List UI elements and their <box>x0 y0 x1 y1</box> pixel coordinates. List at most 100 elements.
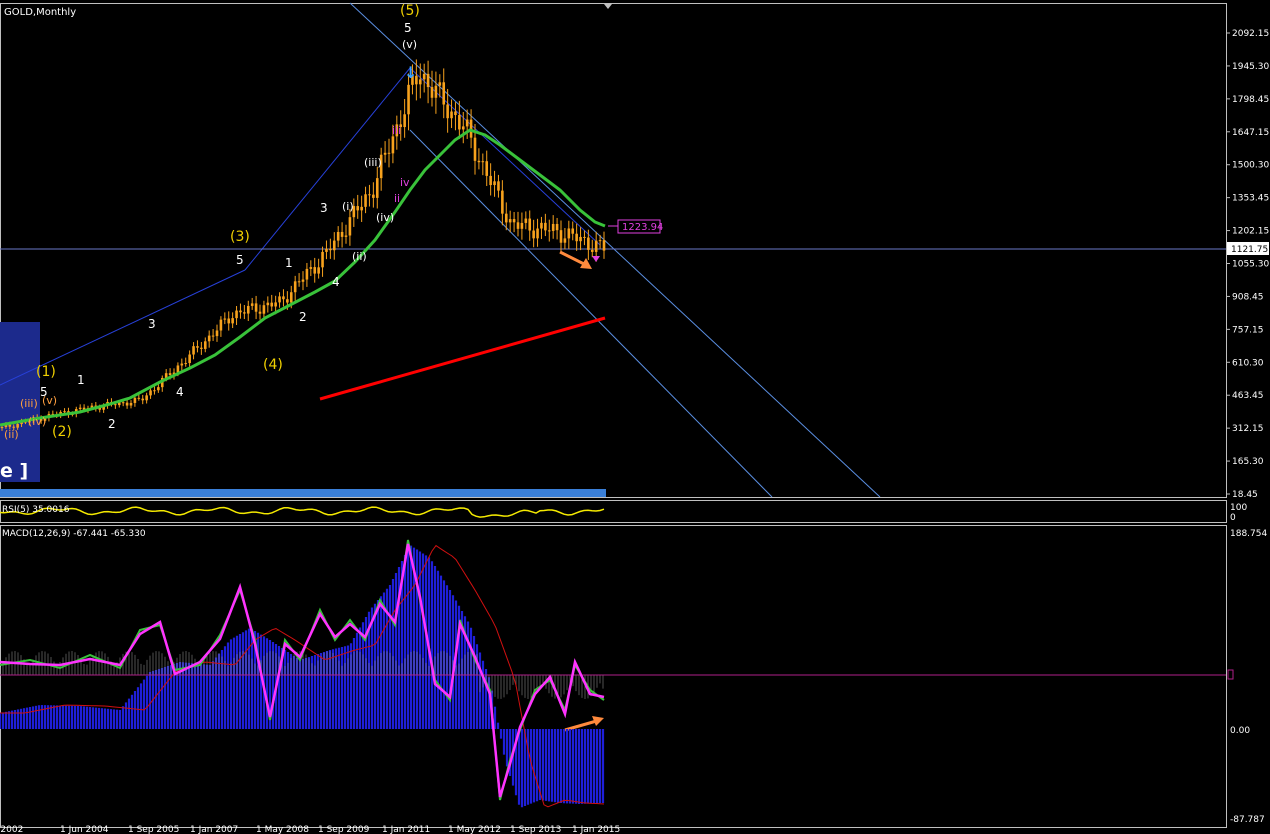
candle-body <box>274 302 277 307</box>
candle-body <box>602 240 606 251</box>
price-tick-label: 1798.45 <box>1232 95 1269 105</box>
candle-body <box>567 228 571 239</box>
candle-body <box>407 84 410 115</box>
candle-body <box>325 248 328 252</box>
wave-label-magenta: iii <box>392 124 401 137</box>
candle-body <box>184 363 188 365</box>
wave-label-magenta: iv <box>400 176 410 189</box>
candle-body <box>368 194 371 196</box>
candles <box>0 59 606 431</box>
candle-body <box>528 218 532 231</box>
candle-body <box>434 85 438 98</box>
wave-label-white: 3 <box>148 317 156 331</box>
candle-body <box>563 238 567 243</box>
candle-body <box>590 249 594 252</box>
macd-tick-bottom: -87.787 <box>1230 815 1265 825</box>
wave-label-white: 5 <box>404 21 412 35</box>
candle-body <box>246 305 250 314</box>
candle-body <box>493 181 496 186</box>
candle-body <box>203 341 207 349</box>
rsi-line[interactable] <box>0 506 605 518</box>
candle-body <box>196 346 199 348</box>
candle-body <box>430 87 434 98</box>
moving-average-red[interactable] <box>319 316 606 401</box>
candle-body <box>508 219 512 223</box>
highlight-text: e ] <box>0 460 28 482</box>
candle-body <box>524 218 528 223</box>
candle-body <box>583 236 586 238</box>
main-panel-frame <box>0 3 1227 498</box>
price-tick-label: 757.15 <box>1232 325 1264 335</box>
trend-line-2[interactable] <box>244 67 411 271</box>
price-tick-label: 1353.45 <box>1232 194 1269 204</box>
rsi-panel: RSI(5) 35.0016 100 0 <box>0 503 1247 523</box>
macd-histogram <box>0 545 605 808</box>
wave-label-white: 2 <box>108 417 116 431</box>
candle-body <box>286 299 289 303</box>
wave-label-white: 4 <box>332 275 340 289</box>
candle-body <box>481 161 485 163</box>
candle-body <box>250 303 254 306</box>
candle-body <box>329 248 332 251</box>
rsi-panel-frame <box>0 500 1227 523</box>
channel-lower-line[interactable] <box>409 129 773 498</box>
candle-body <box>489 175 492 186</box>
candle-body <box>442 82 446 105</box>
candle-body <box>516 222 520 229</box>
candle-body <box>454 111 457 116</box>
price-tick-label: 2092.15 <box>1232 29 1269 39</box>
candle-body <box>297 281 301 283</box>
candle-body <box>309 267 313 269</box>
price-axis: 2092.15 1945.30 1798.45 1647.15 1500.30 1353.… <box>1226 29 1269 500</box>
price-tick-label: 165.30 <box>1232 457 1264 467</box>
candle-body <box>418 79 422 85</box>
candle-body <box>450 111 453 119</box>
candle-body <box>211 335 215 337</box>
candle-body <box>547 230 551 232</box>
candle-body <box>438 82 442 86</box>
candle-body <box>192 346 195 355</box>
candle-body <box>555 223 559 231</box>
candle-body <box>504 213 508 223</box>
candle-body <box>145 395 148 401</box>
price-tick-label: 18.45 <box>1232 490 1258 500</box>
candle-body <box>422 73 426 80</box>
candle-body <box>587 237 590 250</box>
down-arrow-blue-icon: ↓ <box>404 63 417 82</box>
channel-upper-line[interactable] <box>349 2 881 498</box>
candle-body <box>344 235 348 237</box>
candle-body <box>383 152 387 155</box>
candle-body <box>446 104 449 119</box>
time-tick-label: 1 May 2012 <box>448 825 501 834</box>
candle-body <box>188 354 191 364</box>
wave-label-yellow: (2) <box>52 424 72 440</box>
candle-body <box>180 363 184 366</box>
candle-body <box>461 126 465 130</box>
chart-canvas[interactable]: e ] ↓ (1) (2) (3) (4) (5) 1 2 3 4 5 3 4 … <box>0 0 1270 834</box>
time-tick-label: Aug 2002 <box>0 825 23 834</box>
wave-label-orange: (v) <box>42 394 57 407</box>
candle-body <box>579 236 582 242</box>
candle-body <box>403 114 406 128</box>
candle-body <box>551 223 555 231</box>
candle-body <box>501 190 504 214</box>
candle-body <box>231 318 234 324</box>
candle-body <box>559 230 563 243</box>
candle-body <box>141 398 145 401</box>
wave-label-white: 1 <box>77 373 85 387</box>
candle-body <box>336 231 340 241</box>
chart-shift-marker-icon[interactable] <box>604 4 612 9</box>
candle-body <box>364 194 367 207</box>
wave-label-white: 5 <box>236 253 244 267</box>
candle-body <box>215 330 219 337</box>
macd-label: MACD(12,26,9) -67.441 -65.330 <box>2 529 146 539</box>
price-tick-label: 1500.30 <box>1232 161 1269 171</box>
candle-body <box>485 161 489 176</box>
rsi-tick-top: 100 <box>1230 503 1247 513</box>
candle-body <box>78 407 82 410</box>
candle-body <box>289 292 293 303</box>
candle-body <box>458 115 461 130</box>
candle-body <box>532 230 535 239</box>
candle-body <box>301 279 305 282</box>
price-tick-label: 908.45 <box>1232 292 1264 302</box>
